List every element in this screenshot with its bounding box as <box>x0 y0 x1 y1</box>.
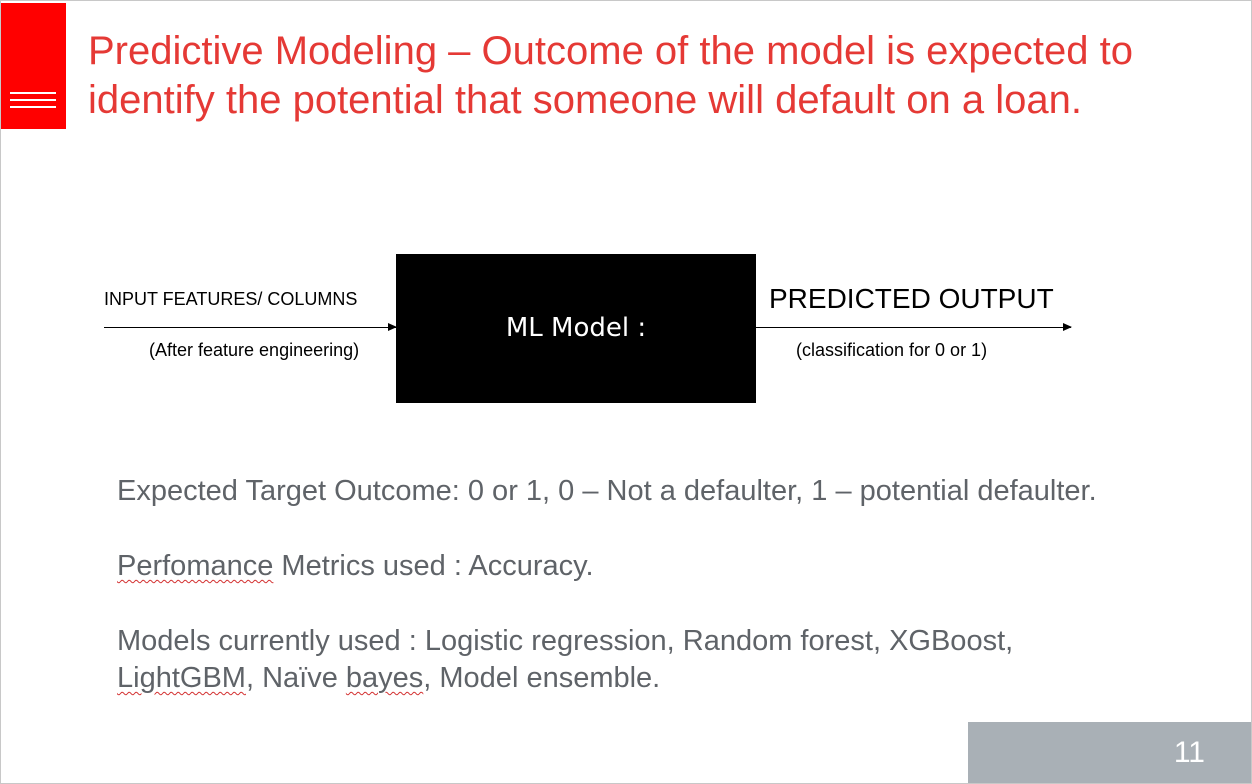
slide-title: Predictive Modeling – Outcome of the mod… <box>88 29 1133 122</box>
ml-model-label: ML Model : <box>505 312 647 343</box>
models-used-text: Models currently used : Logistic regress… <box>117 623 1013 697</box>
input-arrow <box>104 323 397 331</box>
models-line-1: Models currently used : Logistic regress… <box>117 625 1014 657</box>
misspelled-word: Perfomance <box>117 550 274 582</box>
ml-model-box: ML Model : <box>396 254 756 403</box>
misspelled-word: bayes <box>345 662 424 694</box>
predicted-output-sublabel: (classification for 0 or 1) <box>796 340 988 360</box>
target-outcome-text: Expected Target Outcome: 0 or 1, 0 – Not… <box>117 475 1097 507</box>
performance-metrics-text: Perfomance Metrics used : Accuracy. <box>117 548 594 585</box>
misspelled-word: LightGBM <box>117 662 246 694</box>
input-features-label: INPUT FEATURES/ COLUMNS <box>104 289 358 309</box>
models-end: , Model ensemble. <box>423 662 661 694</box>
slide: Predictive Modeling – Outcome of the mod… <box>0 0 1252 784</box>
metrics-rest: Metrics used : Accuracy. <box>273 550 594 582</box>
predicted-output-label: PREDICTED OUTPUT <box>769 283 1054 314</box>
menu-button[interactable] <box>1 3 66 129</box>
models-mid: , Naïve <box>245 662 346 694</box>
hamburger-menu-icon <box>10 92 56 113</box>
input-features-sublabel: (After feature engineering) <box>149 340 360 360</box>
page-number: 11 <box>1173 736 1205 769</box>
page-number-box: 11 <box>968 722 1251 783</box>
output-arrow <box>756 323 1072 331</box>
